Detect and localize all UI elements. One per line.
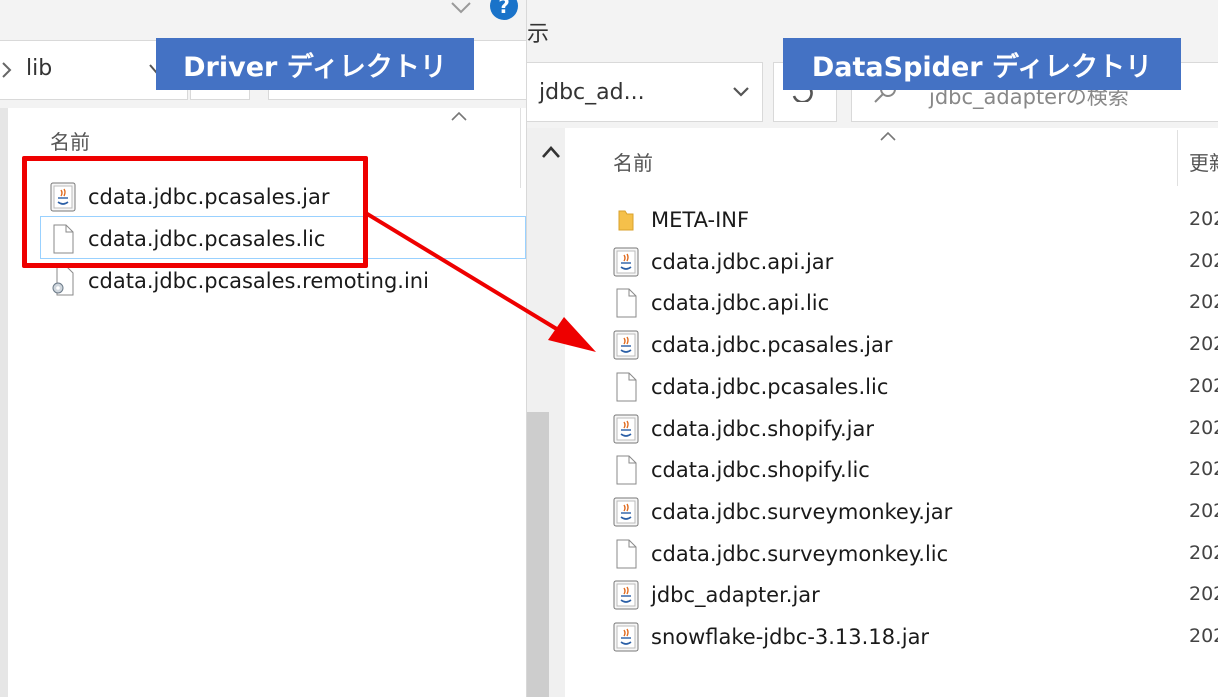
modified-date: 202 (1189, 458, 1218, 481)
file-row[interactable]: cdata.jdbc.surveymonkey.jar (613, 492, 952, 532)
file-row[interactable]: cdata.jdbc.pcasales.lic (613, 367, 888, 407)
java-jar-icon (613, 247, 639, 277)
right-explorer-window: 示 jdbc_ad... jdbc_adapterの検索 DataSpider … (526, 0, 1218, 697)
modified-date: 202 (1189, 583, 1218, 606)
sort-ascending-icon[interactable] (450, 110, 468, 122)
column-divider (520, 108, 521, 188)
file-row[interactable]: cdata.jdbc.shopify.lic (613, 450, 870, 490)
file-row[interactable]: snowflake-jdbc-3.13.18.jar (613, 617, 929, 657)
file-name: cdata.jdbc.surveymonkey.lic (651, 541, 949, 566)
modified-date: 202 (1189, 541, 1218, 564)
selection-highlight-box (22, 156, 368, 268)
file-row[interactable]: META-INF (613, 200, 749, 240)
scroll-up-icon[interactable] (541, 145, 561, 159)
file-name: cdata.jdbc.api.jar (651, 249, 834, 274)
driver-directory-label: Driver ディレクトリ (156, 38, 474, 90)
blank-file-icon (613, 288, 639, 318)
file-name: cdata.jdbc.pcasales.remoting.ini (88, 269, 429, 293)
file-row[interactable]: cdata.jdbc.pcasales.jar (613, 325, 893, 365)
java-jar-icon (613, 414, 639, 444)
file-name: META-INF (651, 208, 750, 232)
address-dropdown-icon[interactable] (732, 86, 750, 98)
java-jar-icon (613, 580, 639, 610)
sort-ascending-icon[interactable] (879, 130, 897, 142)
column-header-name[interactable]: 名前 (613, 147, 653, 176)
left-breadcrumb[interactable]: lib (26, 56, 52, 81)
java-jar-icon (613, 330, 639, 360)
chevron-down-icon[interactable] (449, 0, 473, 16)
folder-icon (613, 205, 639, 235)
java-jar-icon (613, 497, 639, 527)
dataspider-directory-label: DataSpider ディレクトリ (783, 38, 1181, 90)
file-name: cdata.jdbc.pcasales.jar (651, 333, 893, 358)
java-jar-icon (613, 622, 639, 652)
column-divider (1177, 130, 1178, 186)
blank-file-icon (613, 539, 639, 569)
right-breadcrumb[interactable]: jdbc_ad... (539, 80, 645, 105)
modified-date: 202 (1189, 416, 1218, 439)
left-navigation-strip[interactable] (0, 108, 8, 697)
file-name: cdata.jdbc.api.lic (651, 291, 830, 316)
modified-date: 202 (1189, 625, 1218, 647)
file-name: cdata.jdbc.shopify.jar (651, 416, 874, 441)
file-row[interactable]: cdata.jdbc.surveymonkey.lic (613, 534, 948, 574)
scrollbar-thumb[interactable] (527, 412, 549, 697)
column-header-name[interactable]: 名前 (50, 126, 90, 155)
modified-date: 202 (1189, 333, 1218, 356)
file-row[interactable]: cdata.jdbc.api.lic (613, 283, 829, 323)
file-name: cdata.jdbc.surveymonkey.jar (651, 499, 953, 524)
modified-date: 202 (1189, 249, 1218, 272)
file-row[interactable]: cdata.jdbc.shopify.jar (613, 409, 874, 449)
blank-file-icon (613, 455, 639, 485)
ribbon-tab-fragment[interactable]: 示 (527, 16, 549, 48)
file-name: jdbc_adapter.jar (651, 583, 820, 608)
modified-date: 202 (1189, 291, 1218, 314)
modified-date: 202 (1189, 499, 1218, 522)
chevron-right-icon (2, 62, 12, 78)
settings-file-icon (50, 266, 76, 296)
file-row[interactable]: cdata.jdbc.api.jar (613, 242, 833, 282)
file-name: cdata.jdbc.shopify.lic (651, 458, 870, 483)
file-name: snowflake-jdbc-3.13.18.jar (651, 625, 930, 649)
modified-date: 202 (1189, 208, 1218, 230)
column-header-modified[interactable]: 更新 (1189, 147, 1218, 176)
blank-file-icon (613, 372, 639, 402)
file-row[interactable]: jdbc_adapter.jar (613, 575, 820, 615)
modified-date: 202 (1189, 374, 1218, 397)
left-explorer-window: ? lib Driver ディレクトリ 名前 cdata.jdbc.pcasal… (0, 0, 526, 697)
file-name: cdata.jdbc.pcasales.lic (651, 374, 889, 399)
